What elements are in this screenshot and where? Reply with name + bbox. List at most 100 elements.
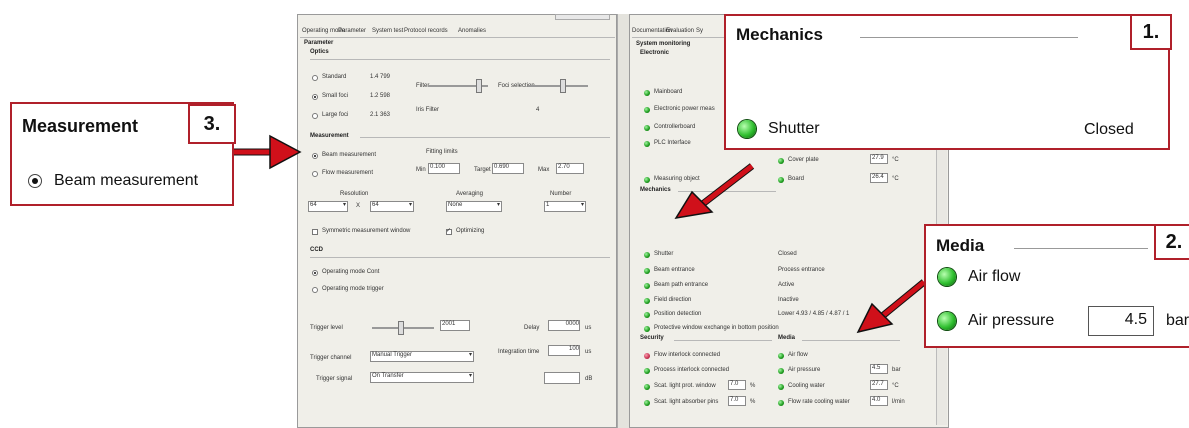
- cover-plate-led: [778, 158, 784, 164]
- tab-system-test[interactable]: System test: [372, 28, 403, 34]
- cooling-water-value: 27.7: [870, 380, 888, 390]
- media-callout-rule: [1014, 248, 1148, 249]
- mechanics-callout: Mechanics 1. Shutter Closed: [724, 14, 1172, 150]
- mechanics-callout-rule: [860, 37, 1078, 38]
- measurement-callout: Measurement 3. Beam measurement: [10, 102, 236, 206]
- trigger-level-input[interactable]: 2001: [440, 320, 470, 331]
- target-label: Target: [474, 167, 491, 173]
- optics-radio-standard[interactable]: [312, 75, 318, 81]
- mainboard-label: Mainboard: [654, 89, 683, 95]
- trigger-channel-select[interactable]: Manual Trigger: [370, 351, 474, 362]
- scat-window-value: 7.0: [728, 380, 746, 390]
- iris-filter-label: Iris Filter: [416, 107, 439, 113]
- beam-measurement-callout-radio[interactable]: [28, 174, 42, 188]
- board-label: Board: [788, 176, 805, 182]
- delay-label: Delay: [524, 325, 540, 331]
- delay-unit: us: [585, 325, 592, 331]
- flow-rate-value: 4.0: [870, 396, 888, 406]
- foci-slider[interactable]: [528, 85, 588, 87]
- delay-input[interactable]: 0000: [548, 320, 580, 331]
- mechanics-callout-number: 1.: [1130, 14, 1172, 50]
- air-flow-led-small: [778, 353, 784, 359]
- security-title: Security: [640, 335, 664, 341]
- ccd-mode-cont-label: Operating mode Cont: [322, 269, 380, 275]
- air-pressure-input[interactable]: 4.5: [1088, 306, 1154, 336]
- flow-rate-label: Flow rate cooling water: [788, 399, 850, 405]
- number-select[interactable]: 1: [544, 201, 586, 212]
- mechanics-title: Mechanics: [640, 187, 671, 193]
- scat-absorber-unit: %: [750, 399, 756, 405]
- measurement-callout-number: 3.: [188, 104, 236, 144]
- plc-interface-led: [644, 141, 650, 147]
- flow-interlock-led: [644, 353, 650, 359]
- field-direction-label: Field direction: [654, 297, 692, 303]
- media-rule-small: [802, 340, 900, 341]
- max-input[interactable]: 2.70: [556, 163, 584, 174]
- measuring-object-led: [644, 177, 650, 183]
- integration-time-input[interactable]: 100: [548, 345, 580, 356]
- field-direction-led: [644, 298, 650, 304]
- resolution-label: Resolution: [340, 191, 369, 197]
- tab-evaluation[interactable]: Evaluation: [666, 28, 694, 34]
- trigger-level-label: Trigger level: [310, 325, 343, 331]
- top-scroll-indicator: [555, 14, 610, 20]
- target-input[interactable]: 0.690: [492, 163, 524, 174]
- flow-measurement-radio[interactable]: [312, 171, 318, 177]
- shutter-value-small: Closed: [778, 251, 797, 257]
- optics-label-large: Large foci: [322, 112, 349, 118]
- trigger-signal-select[interactable]: On Transfer: [370, 372, 474, 383]
- db-input[interactable]: [544, 372, 580, 384]
- mechanics-rule: [678, 191, 776, 192]
- beam-entrance-value: Process entrance: [778, 267, 825, 273]
- trigger-signal-label: Trigger signal: [316, 376, 353, 382]
- air-flow-led: [938, 268, 956, 286]
- scat-absorber-led: [644, 400, 650, 406]
- scat-window-label: Scat. light prot. window: [654, 383, 716, 389]
- measurement-callout-title: Measurement: [22, 116, 139, 136]
- air-pressure-unit-small: bar: [892, 367, 901, 373]
- trigger-channel-label: Trigger channel: [310, 355, 352, 361]
- board-unit: °C: [892, 176, 899, 182]
- filter-slider-thumb[interactable]: [476, 79, 482, 93]
- media-title-small: Media: [778, 335, 796, 341]
- cover-plate-value: 27.9: [870, 154, 888, 164]
- min-input[interactable]: 0.100: [428, 163, 460, 174]
- averaging-select[interactable]: None: [446, 201, 502, 212]
- cooling-water-label: Cooling water: [788, 383, 825, 389]
- cooling-water-unit: °C: [892, 383, 899, 389]
- optics-radio-large[interactable]: [312, 113, 318, 119]
- symmetric-window-checkbox[interactable]: [312, 229, 318, 235]
- beam-entrance-led: [644, 268, 650, 274]
- optimizing-check-mark: ✓: [446, 228, 452, 234]
- position-detection-led: [644, 312, 650, 318]
- trigger-level-thumb[interactable]: [398, 321, 404, 335]
- beam-measurement-callout-dot: [32, 178, 38, 184]
- field-direction-value: Inactive: [778, 297, 799, 303]
- tab-protocol-records[interactable]: Protocol records: [404, 28, 448, 34]
- tab-anomalies[interactable]: Anomalies: [458, 28, 486, 34]
- resolution-y-select[interactable]: 64: [370, 201, 414, 212]
- scat-absorber-value: 7.0: [728, 396, 746, 406]
- optics-value-standard: 1.4 799: [370, 74, 391, 80]
- shutter-label-small: Shutter: [654, 251, 674, 257]
- scat-window-unit: %: [750, 383, 756, 389]
- tab-sy[interactable]: Sy: [696, 28, 703, 34]
- optics-label-standard: Standard: [322, 74, 347, 80]
- ccd-mode-cont-radio[interactable]: [312, 270, 318, 276]
- electronic-title: Electronic: [640, 50, 670, 56]
- optics-radio-small[interactable]: [312, 94, 318, 100]
- optics-rule: [310, 59, 610, 60]
- beam-entrance-label: Beam entrance: [654, 267, 695, 273]
- shutter-value: Closed: [1084, 121, 1134, 138]
- measurement-rule: [360, 137, 610, 138]
- foci-slider-thumb[interactable]: [560, 79, 566, 93]
- ccd-mode-trigger-radio[interactable]: [312, 287, 318, 293]
- shutter-led: [738, 120, 756, 138]
- air-pressure-value-small: 4.5: [870, 364, 888, 374]
- protective-window-label: Protective window exchange in bottom pos…: [654, 325, 779, 331]
- max-label: Max: [538, 167, 550, 173]
- mechanics-callout-title: Mechanics: [736, 25, 823, 44]
- beam-measurement-radio[interactable]: [312, 153, 318, 159]
- tab-parameter[interactable]: Parameter: [338, 28, 366, 34]
- resolution-x-select[interactable]: 64: [308, 201, 348, 212]
